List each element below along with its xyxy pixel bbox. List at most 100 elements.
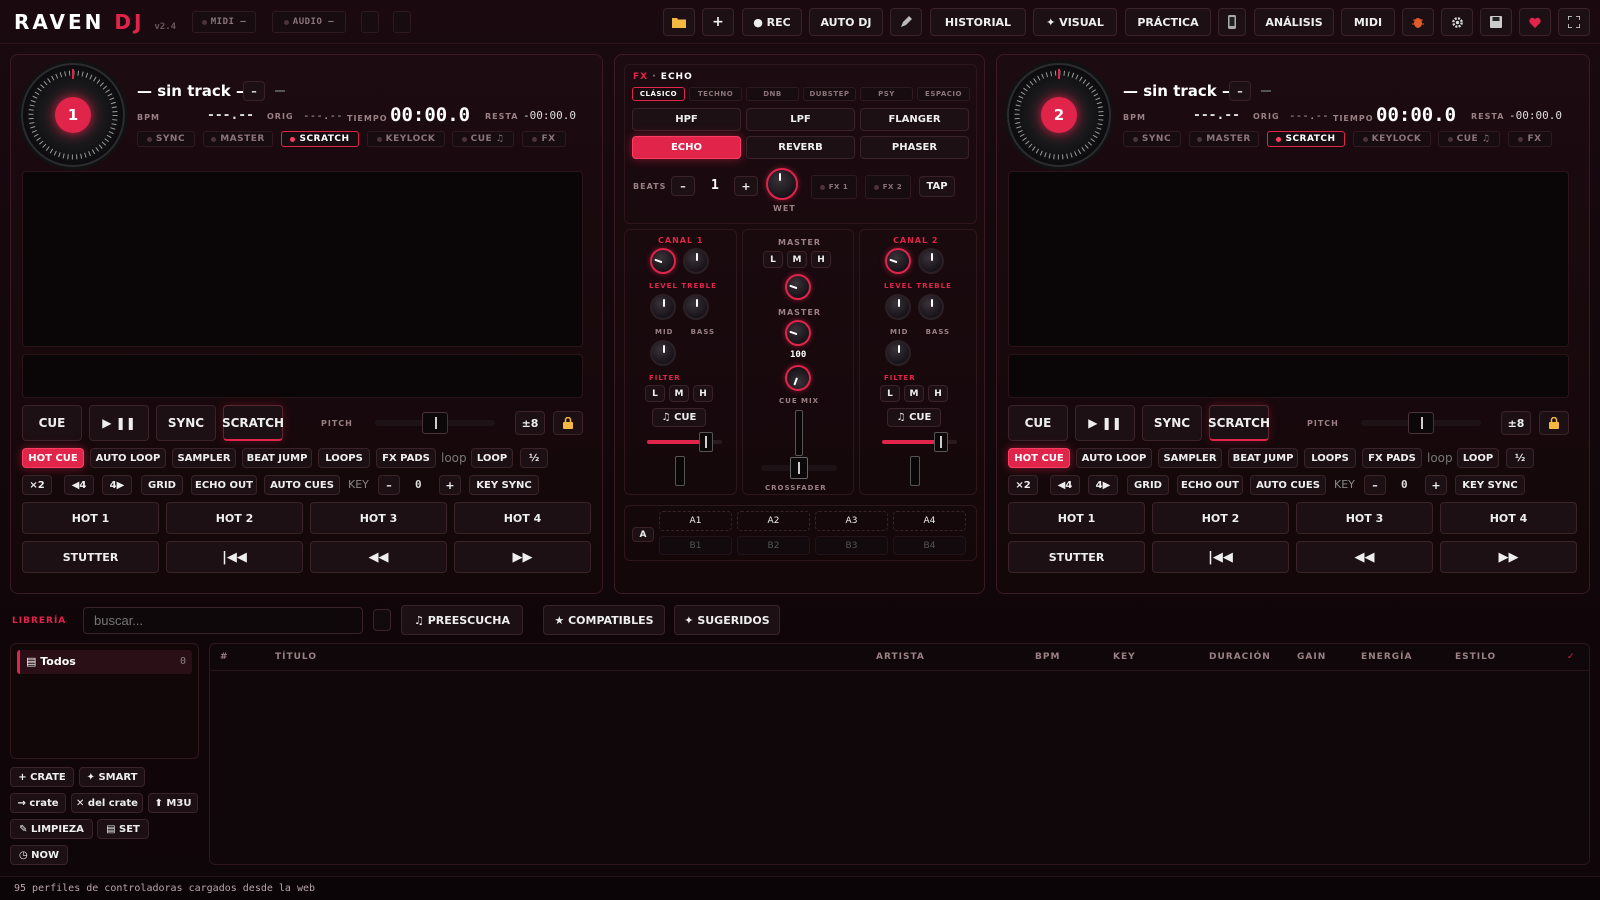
cue-monitor-toggle[interactable]: CUE ♫ xyxy=(1438,131,1500,147)
col-bpm[interactable]: BPM xyxy=(1035,652,1060,662)
jump-forward-4-button[interactable]: 4▶ xyxy=(102,475,132,495)
fx-style-techno[interactable]: TECHNO xyxy=(689,87,742,101)
hot-cue-pad-2[interactable]: HOT 2 xyxy=(166,502,303,534)
sampler-pad-b1[interactable]: B1 xyxy=(659,536,732,555)
loops-mode[interactable]: LOOPS xyxy=(318,448,370,468)
col-check[interactable]: ✓ xyxy=(1567,652,1576,662)
col-gain[interactable]: GAIN xyxy=(1297,652,1326,662)
pitch-range-button[interactable]: ±8 xyxy=(515,411,545,435)
master-low-kill[interactable]: L xyxy=(763,251,783,268)
practica-button[interactable]: PRÁCTICA xyxy=(1125,8,1211,36)
visual-button[interactable]: ✦ VISUAL xyxy=(1033,8,1117,36)
rewind-button[interactable]: ◀◀ xyxy=(310,541,447,573)
sampler-pad-a4[interactable]: A4 xyxy=(893,511,966,531)
key-up-button[interactable]: + xyxy=(1425,475,1447,495)
compatibles-button[interactable]: ★ COMPATIBLES xyxy=(543,605,665,635)
fx-phaser-button[interactable]: PHASER xyxy=(860,136,969,159)
cue-button[interactable]: CUE xyxy=(22,405,82,441)
hot-cue-pad-4[interactable]: HOT 4 xyxy=(454,502,591,534)
waveform-display[interactable] xyxy=(1008,171,1569,347)
auto-dj-button[interactable]: AUTO DJ xyxy=(809,8,883,36)
analisis-button[interactable]: ANÁLISIS xyxy=(1254,8,1334,36)
midi-button[interactable]: MIDI xyxy=(1341,8,1395,36)
wet-knob[interactable] xyxy=(766,168,798,200)
ch1-mid-knob[interactable] xyxy=(650,294,676,320)
sampler-pad-b3[interactable]: B3 xyxy=(815,536,888,555)
fx-style-clasico[interactable]: CLÁSICO xyxy=(632,87,685,101)
key-down-button[interactable]: – xyxy=(378,475,400,495)
preescucha-button[interactable]: ♫ PREESCUCHA xyxy=(401,605,523,635)
remove-from-crate-button[interactable]: ✕ del crate xyxy=(71,793,143,813)
half-button[interactable]: ½ xyxy=(1506,448,1534,468)
fast-forward-button[interactable]: ▶▶ xyxy=(454,541,591,573)
favorite-button[interactable] xyxy=(1519,8,1551,36)
fx-style-dnb[interactable]: DNB xyxy=(746,87,799,101)
sampler-pad-b4[interactable]: B4 xyxy=(893,536,966,555)
tap-button[interactable]: TAP xyxy=(919,176,955,197)
cue-mix-knob[interactable] xyxy=(781,361,815,395)
lock-button[interactable] xyxy=(1539,411,1569,435)
fx-style-espacio[interactable]: ESPACIO xyxy=(917,87,970,101)
beat-jump-mode[interactable]: BEAT JUMP xyxy=(242,448,312,468)
lock-button[interactable] xyxy=(553,411,583,435)
crate-item-todos[interactable]: ▤ Todos 0 xyxy=(17,650,192,674)
ch1-volume-fader[interactable] xyxy=(675,456,685,486)
open-folder-button[interactable] xyxy=(663,8,695,36)
col-style[interactable]: ESTILO xyxy=(1455,652,1496,662)
scratch-button[interactable]: SCRATCH xyxy=(222,405,284,441)
fx-flanger-button[interactable]: FLANGER xyxy=(860,108,969,131)
sampler-pad-a3[interactable]: A3 xyxy=(815,511,888,531)
master-toggle[interactable]: MASTER xyxy=(203,131,273,147)
limpieza-button[interactable]: ✎ LIMPIEZA xyxy=(10,819,93,839)
overview-display[interactable] xyxy=(22,354,583,398)
new-crate-button[interactable]: + CRATE xyxy=(10,767,74,787)
hot-cue-mode[interactable]: HOT CUE xyxy=(1008,448,1070,468)
col-key[interactable]: KEY xyxy=(1113,652,1136,662)
play-pause-button[interactable]: ▶ ❚❚ xyxy=(1075,405,1135,441)
hot-cue-mode[interactable]: HOT CUE xyxy=(22,448,84,468)
fx-pads-mode[interactable]: FX PADS xyxy=(1362,448,1422,468)
hot-cue-pad-3[interactable]: HOT 3 xyxy=(310,502,447,534)
loop-button[interactable]: LOOP xyxy=(471,448,513,468)
hot-cue-pad-3[interactable]: HOT 3 xyxy=(1296,502,1433,534)
cue-monitor-toggle[interactable]: CUE ♫ xyxy=(452,131,514,147)
export-m3u-button[interactable]: ⬆ M3U xyxy=(148,793,198,813)
fx-toggle[interactable]: FX xyxy=(522,131,566,147)
loop-double-button[interactable]: ×2 xyxy=(22,475,52,495)
ch2-gain-handle[interactable] xyxy=(934,432,948,452)
hot-cue-pad-1[interactable]: HOT 1 xyxy=(1008,502,1145,534)
crossfader-handle[interactable] xyxy=(790,457,808,479)
historial-button[interactable]: HISTORIAL xyxy=(930,8,1026,36)
keylock-toggle[interactable]: KEYLOCK xyxy=(1353,131,1431,147)
master-volume-knob[interactable] xyxy=(785,320,811,346)
grid-button[interactable]: GRID xyxy=(141,475,183,495)
fx2-toggle[interactable]: FX 2 xyxy=(865,175,911,199)
hot-cue-pad-4[interactable]: HOT 4 xyxy=(1440,502,1577,534)
ch2-level-knob[interactable] xyxy=(885,248,911,274)
search-option-toggle[interactable] xyxy=(373,609,391,631)
ch1-gain-handle[interactable] xyxy=(699,432,713,452)
auto-cues-button[interactable]: AUTO CUES xyxy=(1250,475,1326,495)
master-high-kill[interactable]: H xyxy=(811,251,831,268)
scratch-button[interactable]: SCRATCH xyxy=(1208,405,1270,441)
auto-loop-mode[interactable]: AUTO LOOP xyxy=(1076,448,1152,468)
play-pause-button[interactable]: ▶ ❚❚ xyxy=(89,405,149,441)
scratch-toggle[interactable]: SCRATCH xyxy=(281,131,359,147)
overview-display[interactable] xyxy=(1008,354,1569,398)
cue-button[interactable]: CUE xyxy=(1008,405,1068,441)
keylock-toggle[interactable]: KEYLOCK xyxy=(367,131,445,147)
sync-button[interactable]: SYNC xyxy=(156,405,216,441)
jump-back-4-button[interactable]: ◀4 xyxy=(64,475,94,495)
col-duration[interactable]: DURACIÓN xyxy=(1209,652,1271,662)
fullscreen-button[interactable] xyxy=(1558,8,1590,36)
col-number[interactable]: # xyxy=(220,652,229,662)
sampler-mode[interactable]: SAMPLER xyxy=(172,448,236,468)
fx-pads-mode[interactable]: FX PADS xyxy=(376,448,436,468)
master-toggle[interactable]: MASTER xyxy=(1189,131,1259,147)
jog-wheel[interactable]: 1 xyxy=(21,63,125,167)
cue-mix-fader[interactable] xyxy=(795,410,803,456)
rewind-button[interactable]: ◀◀ xyxy=(1296,541,1433,573)
ch1-cue-button[interactable]: ♫ CUE xyxy=(652,408,706,427)
loops-mode[interactable]: LOOPS xyxy=(1304,448,1356,468)
save-button[interactable] xyxy=(1480,8,1512,36)
